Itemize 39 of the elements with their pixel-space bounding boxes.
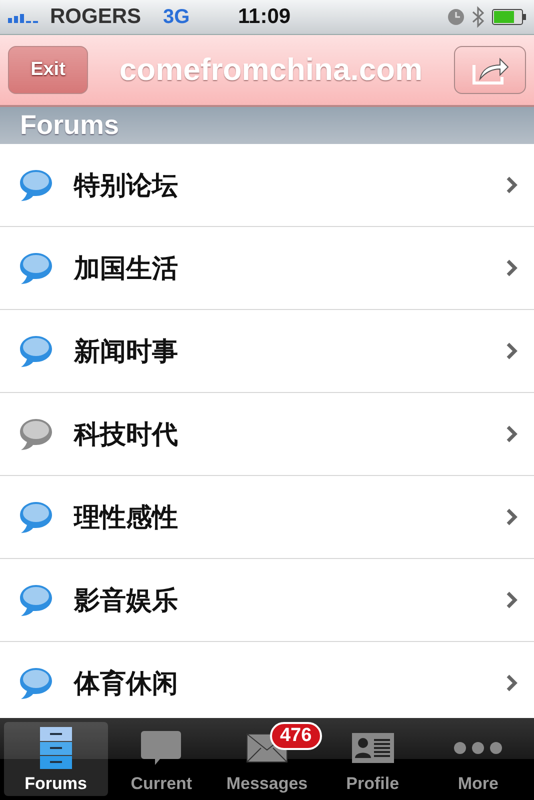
chevron-icon xyxy=(506,342,518,360)
forum-name: 影音娱乐 xyxy=(74,584,179,616)
carrier-name: ROGERS xyxy=(50,5,142,29)
tab[interactable]: Forums xyxy=(4,722,108,796)
more-icon xyxy=(453,741,504,755)
forum-row[interactable]: 加国生活 xyxy=(0,227,534,310)
forum-name: 新闻时事 xyxy=(74,334,179,368)
share-button[interactable] xyxy=(454,46,526,94)
battery-icon xyxy=(492,9,526,25)
forum-row[interactable]: 影音娱乐 xyxy=(0,559,534,642)
forum-row[interactable]: 新闻时事 xyxy=(0,310,534,393)
forum-name: 理性感性 xyxy=(74,500,179,534)
chevron-icon xyxy=(506,259,518,277)
chat-icon xyxy=(140,729,182,767)
contact-card-icon xyxy=(352,733,394,763)
forum-row[interactable]: 特别论坛 xyxy=(0,144,534,227)
tab[interactable]: More xyxy=(426,722,530,796)
forum-name: 加国生活 xyxy=(74,252,179,284)
forum-row[interactable]: 科技时代 xyxy=(0,393,534,476)
unread-count: 476 xyxy=(270,722,322,750)
tab[interactable]: Profile xyxy=(320,722,424,796)
forum-name: 体育休闲 xyxy=(74,666,179,700)
forum-row[interactable]: 理性感性 xyxy=(0,476,534,559)
network-type: 3G xyxy=(163,6,190,28)
chevron-icon xyxy=(506,674,518,692)
forum-name: 特别论坛 xyxy=(74,168,179,202)
chevron-icon xyxy=(506,176,518,194)
section-header: Forums xyxy=(0,107,534,144)
chevron-icon xyxy=(506,508,518,526)
cabinet-icon xyxy=(38,725,74,771)
site-title: comefromchina.com xyxy=(119,52,423,88)
bluetooth-icon xyxy=(472,6,484,28)
clock-icon xyxy=(448,9,464,25)
tab[interactable]: Current xyxy=(110,722,214,796)
forum-name: 科技时代 xyxy=(74,418,179,450)
chevron-icon xyxy=(506,425,518,443)
status-time: 11:09 xyxy=(238,5,291,29)
tab[interactable]: 476 Messages xyxy=(215,722,319,796)
chevron-icon xyxy=(506,591,518,609)
